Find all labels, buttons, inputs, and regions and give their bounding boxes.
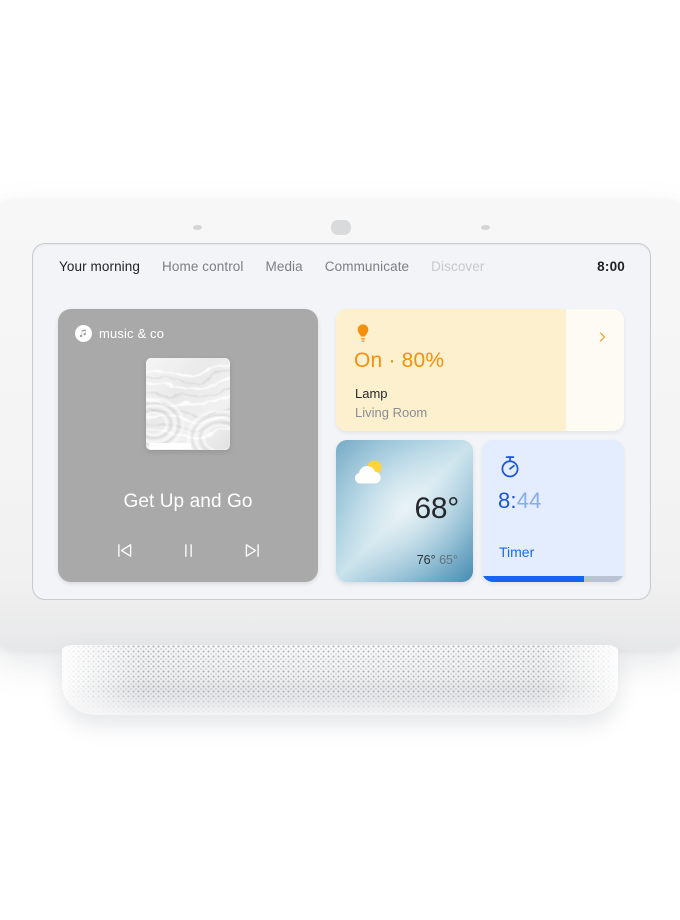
ambient-light-sensor-icon <box>481 225 490 230</box>
lamp-device-name: Lamp <box>355 386 388 401</box>
lamp-control-card[interactable]: On · 80% Lamp Living Room <box>336 309 624 431</box>
timer-progress-bar <box>482 576 624 582</box>
music-player-card[interactable]: music & co Get Up and Go <box>58 309 318 582</box>
album-art-highlight <box>149 443 191 449</box>
music-provider: music & co <box>75 325 164 342</box>
weather-high: 76° <box>416 553 436 567</box>
skip-next-icon[interactable] <box>239 537 265 563</box>
skip-previous-icon[interactable] <box>111 537 137 563</box>
current-temperature: 68° <box>414 492 460 525</box>
tab-discover[interactable]: Discover <box>431 259 484 274</box>
timer-time: 8:44 <box>498 488 542 514</box>
weather-low: 65° <box>439 553 458 567</box>
album-artwork <box>146 358 230 450</box>
tab-media[interactable]: Media <box>266 259 303 274</box>
timer-time-elapsed: 8: <box>498 488 517 513</box>
light-bulb-icon <box>355 323 371 343</box>
partly-cloudy-icon <box>350 457 388 486</box>
music-provider-label: music & co <box>99 326 165 341</box>
lamp-state-label: On · 80% <box>354 349 445 372</box>
card-grid: music & co Get Up and Go On · 80% Lamp L… <box>33 288 650 599</box>
pause-icon[interactable] <box>175 537 201 563</box>
timer-card[interactable]: 8:44 Timer <box>482 440 624 582</box>
ambient-light-sensor-icon <box>193 225 202 230</box>
tab-home-control[interactable]: Home control <box>162 259 243 274</box>
speaker-base <box>62 645 618 715</box>
top-navigation-bar: Your morning Home control Media Communic… <box>33 244 650 288</box>
camera-icon <box>331 220 351 235</box>
timer-progress-fill <box>482 576 585 582</box>
track-title: Get Up and Go <box>123 491 253 512</box>
tab-communicate[interactable]: Communicate <box>325 259 409 274</box>
stopwatch-icon <box>499 455 521 479</box>
speaker-mesh-texture <box>62 645 618 715</box>
timer-time-remaining: 44 <box>516 488 542 513</box>
music-note-icon <box>75 325 92 342</box>
chevron-right-icon[interactable] <box>596 329 608 345</box>
media-transport-controls <box>58 537 318 563</box>
weather-high-low: 76° 65° <box>417 553 458 567</box>
display-screen: Your morning Home control Media Communic… <box>32 243 651 600</box>
weather-card[interactable]: 68° 76° 65° <box>336 440 473 582</box>
tab-your-morning[interactable]: Your morning <box>59 259 140 274</box>
timer-label: Timer <box>499 544 535 560</box>
device-stage: Your morning Home control Media Communic… <box>0 0 680 920</box>
lamp-room-name: Living Room <box>355 405 428 420</box>
status-clock: 8:00 <box>597 258 625 274</box>
